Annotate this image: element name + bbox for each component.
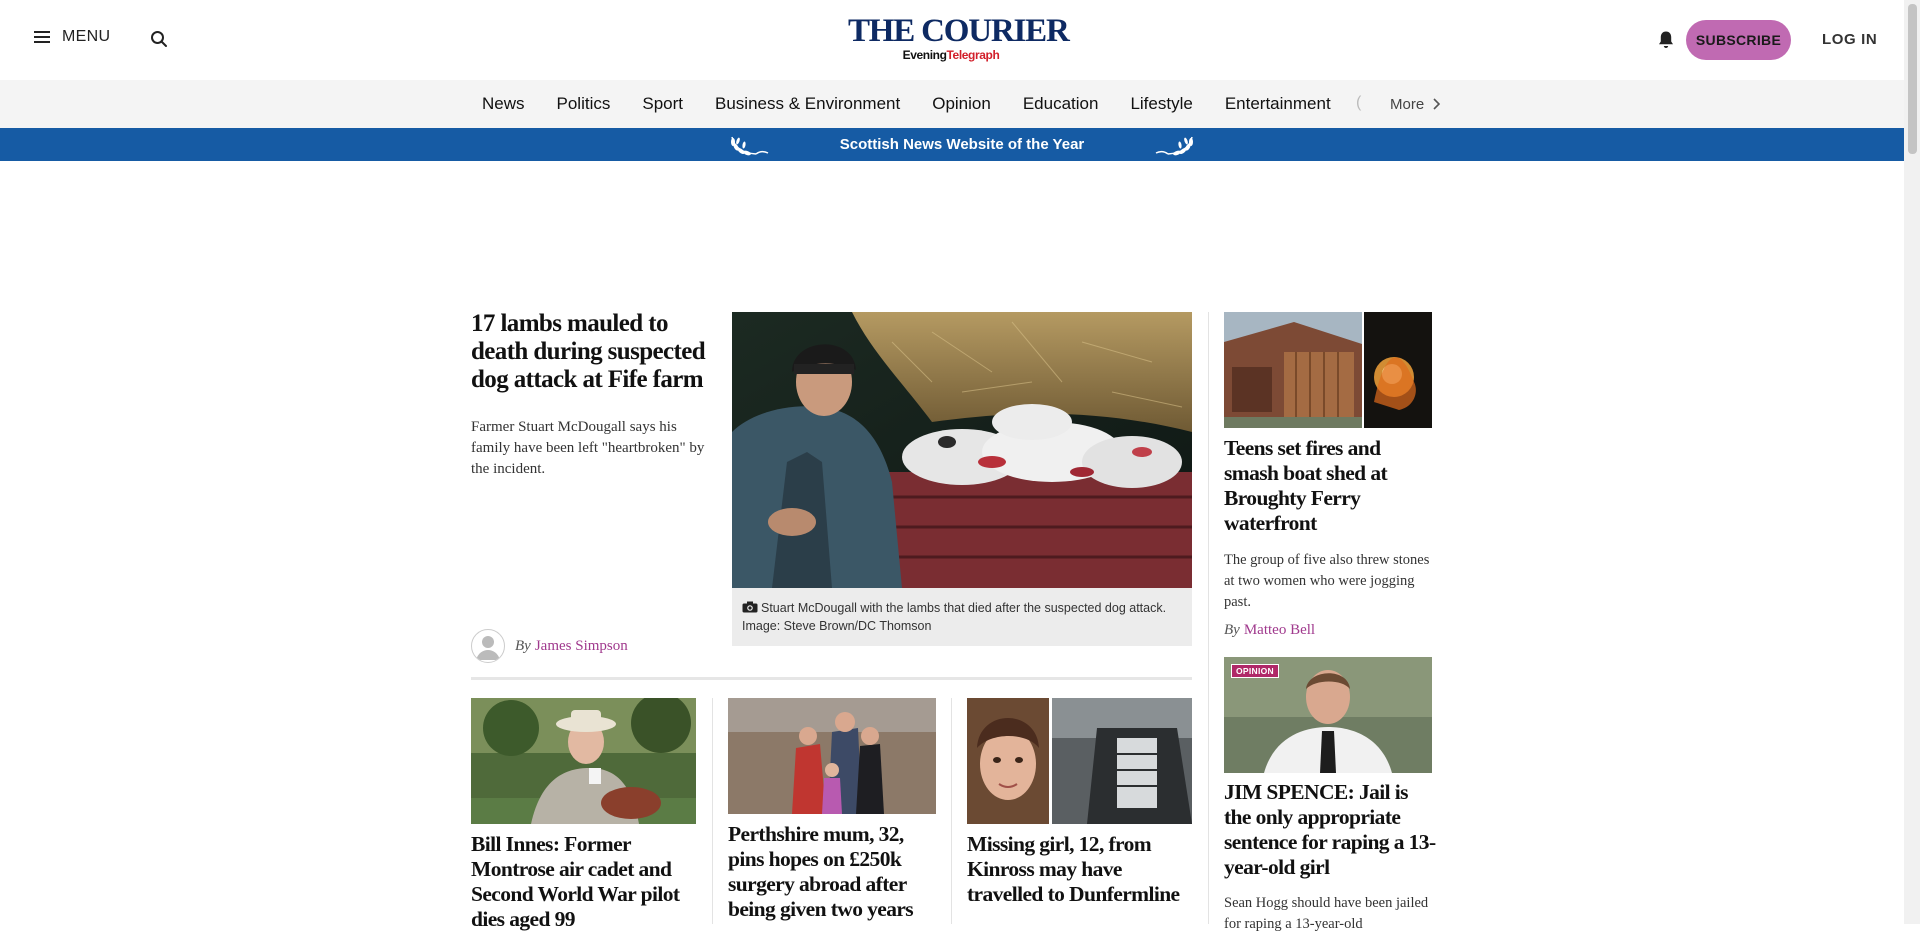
nav-more-button[interactable]: More [1390, 80, 1441, 128]
lead-image-caption: Stuart McDougall with the lambs that die… [732, 588, 1192, 646]
lead-byline: By James Simpson [471, 629, 628, 663]
opinion-badge: OPINION [1231, 664, 1279, 678]
nav-list: News Politics Sport Business & Environme… [482, 80, 1363, 128]
nav-item-opinion[interactable]: Opinion [932, 94, 991, 114]
nav-overflow-fade: ( [1356, 94, 1362, 111]
menu-label: MENU [62, 28, 111, 45]
chevron-right-icon [1433, 98, 1441, 110]
story-image-bill-innes[interactable] [471, 698, 696, 824]
story-headline-jim-spence[interactable]: JIM SPENCE: Jail is the only appropriate… [1224, 780, 1436, 880]
award-banner-text: Scottish News Website of the Year [839, 136, 1085, 153]
caption-text: Stuart McDougall with the lambs that die… [742, 601, 1167, 633]
page-scrollbar[interactable] [1904, 0, 1920, 924]
subscribe-button[interactable]: SUBSCRIBE [1686, 20, 1791, 60]
nav-more-label: More [1390, 95, 1425, 113]
byline-prefix: By [1224, 622, 1240, 638]
search-icon[interactable] [150, 30, 168, 48]
menu-button[interactable]: MENU [34, 28, 110, 46]
nav-item-business-environment[interactable]: Business & Environment [715, 94, 900, 114]
nav-item-sport[interactable]: Sport [642, 94, 683, 114]
nav-item-lifestyle[interactable]: Lifestyle [1130, 94, 1192, 114]
byline-prefix: By [515, 637, 531, 654]
author-avatar [471, 629, 505, 663]
laurel-right-icon [1155, 136, 1193, 156]
nav-item-news[interactable]: News [482, 94, 525, 114]
story-headline-bill-innes[interactable]: Bill Innes: Former Montrose air cadet an… [471, 832, 701, 932]
story-headline-perthshire-mum[interactable]: Perthshire mum, 32, pins hopes on £250k … [728, 822, 940, 922]
lead-image[interactable] [732, 312, 1192, 588]
author-link[interactable]: James Simpson [535, 638, 628, 655]
story-divider-1 [712, 698, 713, 924]
story-standfirst-teens-fires: The group of five also threw stones at t… [1224, 552, 1430, 610]
nav-item-entertainment[interactable]: Entertainment [1225, 94, 1331, 114]
site-logo[interactable]: THE COURIER EveningTelegraph [848, 13, 1070, 66]
nav-item-politics[interactable]: Politics [557, 94, 611, 114]
story-byline-teens-fires: By Matteo Bell [1224, 622, 1315, 639]
site-header: MENU THE COURIER EveningTelegraph SUBSCR… [0, 0, 1904, 80]
story-standfirst-jim-spence: Sean Hogg should have been jailed for ra… [1224, 895, 1429, 932]
story-headline-teens-fires[interactable]: Teens set fires and smash boat shed at B… [1224, 436, 1434, 536]
hamburger-icon [34, 31, 50, 43]
author-link[interactable]: Matteo Bell [1244, 622, 1315, 639]
lead-standfirst: Farmer Stuart McDougall says his family … [471, 419, 705, 477]
column-divider [1208, 312, 1209, 924]
logo-subtitle: EveningTelegraph [902, 48, 1000, 62]
main-nav: News Politics Sport Business & Environme… [0, 80, 1904, 128]
bell-icon[interactable] [1657, 30, 1675, 50]
scrollbar-thumb[interactable] [1908, 4, 1917, 154]
story-image-teens-fires[interactable] [1224, 312, 1432, 428]
lead-headline[interactable]: 17 lambs mauled to death during suspecte… [471, 310, 721, 394]
camera-icon [742, 601, 758, 613]
story-divider-2 [951, 698, 952, 924]
story-image-missing-girl[interactable] [967, 698, 1192, 824]
logo-title: THE COURIER [848, 13, 1070, 49]
nav-item-education[interactable]: Education [1023, 94, 1099, 114]
login-link[interactable]: LOG IN [1822, 31, 1877, 48]
section-divider [471, 677, 1192, 680]
award-banner: Scottish News Website of the Year [0, 128, 1904, 161]
story-image-perthshire-mum[interactable] [728, 698, 936, 814]
story-headline-missing-girl[interactable]: Missing girl, 12, from Kinross may have … [967, 832, 1189, 907]
